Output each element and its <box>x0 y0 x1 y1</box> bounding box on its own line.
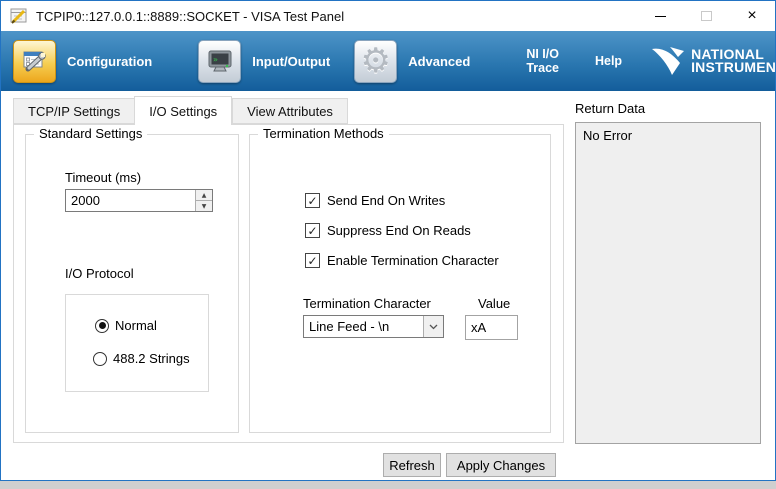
ni-logo: NATIONAL INSTRUMENTS™ <box>650 45 776 77</box>
configuration-button[interactable] <box>13 40 56 83</box>
apply-changes-button[interactable]: Apply Changes <box>446 453 556 477</box>
input-output-button[interactable]: » <box>198 40 241 83</box>
checkbox-checked-icon <box>305 223 320 238</box>
maximize-icon <box>701 11 712 21</box>
input-output-icon: » <box>206 48 234 75</box>
toolbar-item-advanced[interactable]: ⚙ Advanced <box>354 40 470 83</box>
tab-tcpip-settings[interactable]: TCP/IP Settings <box>13 98 134 124</box>
configuration-label: Configuration <box>67 54 152 69</box>
tab-io-settings[interactable]: I/O Settings <box>134 96 232 125</box>
checkbox-label-send-end: Send End On Writes <box>327 193 445 208</box>
termination-character-label: Termination Character <box>303 296 431 311</box>
input-output-label: Input/Output <box>252 54 330 69</box>
ni-brand-text: NATIONAL INSTRUMENTS™ <box>691 48 776 74</box>
checkbox-label-enable-termchar: Enable Termination Character <box>327 253 499 268</box>
ni-brand-line2: INSTRUMENTS <box>691 59 776 75</box>
title-bar: TCPIP0::127.0.0.1::8889::SOCKET - VISA T… <box>1 1 775 31</box>
advanced-button[interactable]: ⚙ <box>354 40 397 83</box>
maximize-button[interactable] <box>683 1 729 31</box>
toolbar: Configuration » Input/Output ⚙ Advanced … <box>1 31 775 91</box>
svg-text:»: » <box>213 55 218 64</box>
ni-eagle-icon <box>650 45 686 77</box>
checkbox-send-end-on-writes[interactable]: Send End On Writes <box>305 193 445 208</box>
termination-methods-group: Termination Methods Send End On Writes S… <box>249 134 551 433</box>
configuration-icon <box>21 48 48 75</box>
toolbar-item-configuration[interactable]: Configuration <box>13 40 152 83</box>
radio-normal[interactable]: Normal <box>95 318 157 333</box>
window-title: TCPIP0::127.0.0.1::8889::SOCKET - VISA T… <box>36 9 344 24</box>
io-settings-panel: Standard Settings Timeout (ms) 2000 ▲ ▼ … <box>13 124 564 443</box>
gear-icon: ⚙ <box>360 44 390 78</box>
tab-view-attributes[interactable]: View Attributes <box>232 98 348 124</box>
radio-4882-strings[interactable]: 488.2 Strings <box>93 351 190 366</box>
help-link[interactable]: Help <box>595 54 622 68</box>
visa-test-panel-window: TCPIP0::127.0.0.1::8889::SOCKET - VISA T… <box>0 0 776 481</box>
value-text: xA <box>471 320 486 335</box>
value-input[interactable]: xA <box>465 315 518 340</box>
toolbar-item-input-output[interactable]: » Input/Output <box>198 40 330 83</box>
advanced-label: Advanced <box>408 54 470 69</box>
io-protocol-label: I/O Protocol <box>65 266 134 281</box>
spinner-up-button[interactable]: ▲ <box>196 190 212 200</box>
io-protocol-box: Normal 488.2 Strings <box>65 294 209 392</box>
dropdown-button[interactable] <box>423 316 443 337</box>
app-icon <box>10 7 28 25</box>
radio-selected-icon <box>95 319 109 333</box>
checkbox-enable-termination-character[interactable]: Enable Termination Character <box>305 253 499 268</box>
window-controls: × <box>637 1 775 31</box>
client-area: TCP/IP Settings I/O Settings View Attrib… <box>1 91 775 480</box>
chevron-down-icon <box>429 324 438 330</box>
tab-strip: TCP/IP Settings I/O Settings View Attrib… <box>13 98 348 124</box>
termination-methods-title: Termination Methods <box>258 126 389 141</box>
close-button[interactable]: × <box>729 1 775 31</box>
minimize-icon <box>655 16 666 17</box>
termination-character-dropdown[interactable]: Line Feed - \n <box>303 315 444 338</box>
ni-io-trace-link[interactable]: NI I/O Trace <box>526 47 559 75</box>
refresh-button[interactable]: Refresh <box>383 453 441 477</box>
termination-character-value: Line Feed - \n <box>309 319 389 334</box>
radio-unselected-icon <box>93 352 107 366</box>
timeout-label: Timeout (ms) <box>65 170 141 185</box>
value-label: Value <box>478 296 510 311</box>
standard-settings-group: Standard Settings Timeout (ms) 2000 ▲ ▼ … <box>25 134 239 433</box>
spinner-down-button[interactable]: ▼ <box>196 200 212 211</box>
standard-settings-title: Standard Settings <box>34 126 147 141</box>
close-icon: × <box>747 8 756 24</box>
checkbox-checked-icon <box>305 193 320 208</box>
radio-normal-label: Normal <box>115 318 157 333</box>
minimize-button[interactable] <box>637 1 683 31</box>
radio-4882-label: 488.2 Strings <box>113 351 190 366</box>
checkbox-checked-icon <box>305 253 320 268</box>
return-data-label: Return Data <box>575 101 645 116</box>
return-data-box: No Error <box>575 122 761 444</box>
timeout-value: 2000 <box>71 193 100 208</box>
timeout-input[interactable]: 2000 ▲ ▼ <box>65 189 213 212</box>
return-data-content: No Error <box>583 128 632 143</box>
checkbox-suppress-end-on-reads[interactable]: Suppress End On Reads <box>305 223 471 238</box>
timeout-spinner: ▲ ▼ <box>195 190 212 211</box>
checkbox-label-suppress-end: Suppress End On Reads <box>327 223 471 238</box>
